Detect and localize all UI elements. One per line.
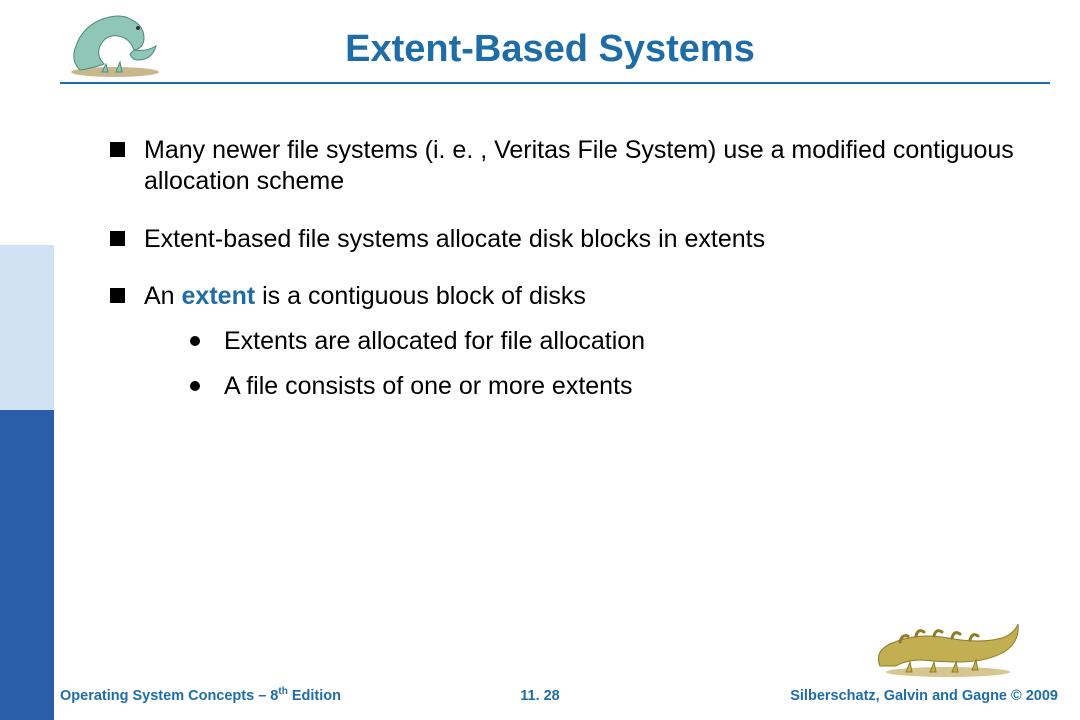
bullet-keyword: extent xyxy=(182,282,256,310)
bullet-item: Many newer file systems (i. e. , Veritas… xyxy=(110,135,1030,198)
copyright-text: Silberschatz, Galvin and Gagne © 2009 xyxy=(790,688,1058,704)
slide-body: Many newer file systems (i. e. , Veritas… xyxy=(110,135,1030,429)
sub-bullet-item: Extents are allocated for file allocatio… xyxy=(190,326,1030,357)
dinosaur-icon xyxy=(870,608,1020,678)
left-accent-stripe xyxy=(0,0,54,720)
bullet-text-suffix: is a contiguous block of disks xyxy=(255,282,586,310)
sub-bullet-item: A file consists of one or more extents xyxy=(190,371,1030,402)
sub-bullet-text: Extents are allocated for file allocatio… xyxy=(224,327,645,355)
sub-bullet-text: A file consists of one or more extents xyxy=(224,372,633,400)
slide-number: 11. 28 xyxy=(520,688,560,704)
bullet-item: Extent-based file systems allocate disk … xyxy=(110,224,1030,255)
bullet-text-prefix: An xyxy=(144,282,182,310)
bullet-text: Many newer file systems (i. e. , Veritas… xyxy=(144,136,1014,195)
bullet-item: An extent is a contiguous block of disks… xyxy=(110,281,1030,403)
slide-title: Extent-Based Systems xyxy=(60,28,1040,71)
title-underline xyxy=(60,82,1050,84)
footer-right: Silberschatz, Galvin and Gagne © 2009 xyxy=(790,688,1058,704)
slide-title-wrap: Extent-Based Systems xyxy=(60,28,1040,71)
bullet-text: Extent-based file systems allocate disk … xyxy=(144,225,765,253)
slide: Extent-Based Systems Many newer file sys… xyxy=(0,0,1080,720)
